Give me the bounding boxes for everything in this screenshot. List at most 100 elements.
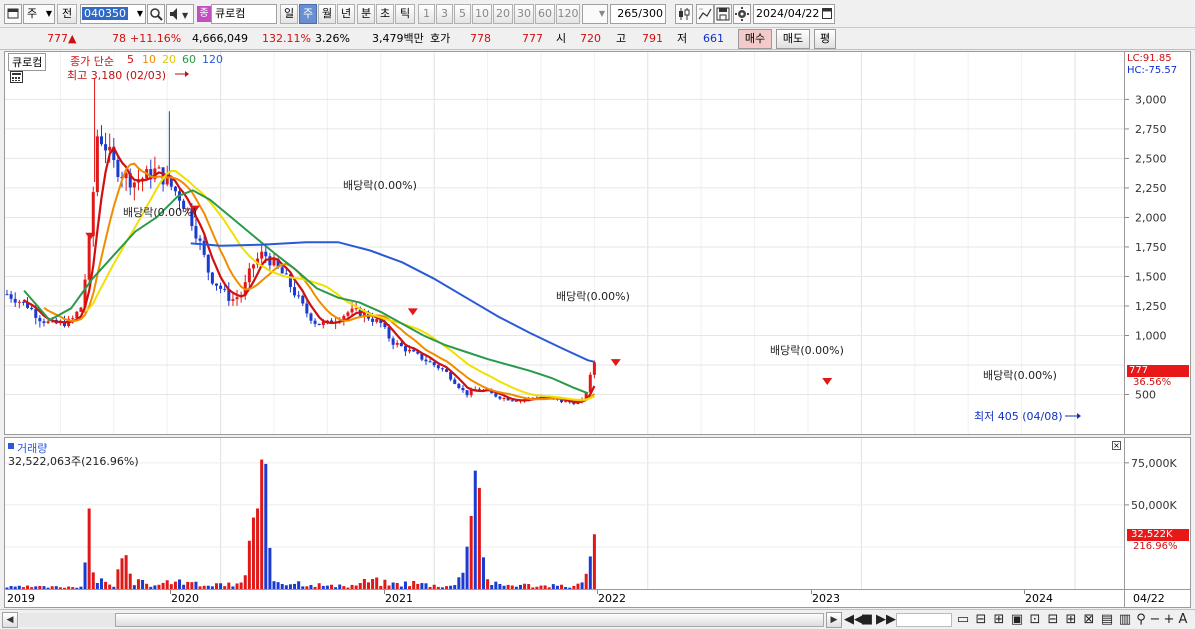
candle-body [219, 285, 223, 289]
candle-body [453, 379, 457, 384]
volume-bar [67, 586, 71, 589]
price-tick-label: 2,500 [1135, 152, 1167, 165]
layout-icon-1[interactable]: ▭ [956, 611, 970, 629]
calculator-icon[interactable] [10, 71, 23, 83]
period-minute-button[interactable]: 분 [357, 4, 375, 24]
interval-20-button[interactable]: 20 [493, 4, 513, 24]
dividend-note-4: 배당락(0.00%) [770, 344, 844, 357]
hoga-bid: 777 [522, 32, 543, 45]
bar-count-field[interactable]: 265/300 [610, 4, 666, 24]
volume-bar [342, 586, 346, 589]
layout-icon-2[interactable]: ⊟ [974, 611, 988, 629]
layout-icon-9[interactable]: ▤ [1100, 611, 1114, 629]
layout-icon-4[interactable]: ▣ [1010, 611, 1024, 629]
candle-body [17, 301, 21, 303]
window-menu-icon[interactable] [4, 4, 22, 24]
volume-bar [383, 579, 387, 589]
evaluation-button[interactable]: 평 [814, 29, 836, 49]
period-select[interactable]: 주 ▼ [23, 4, 55, 24]
volume-axis-ticks: 75,000K 50,000K [1125, 457, 1177, 512]
line-tool-icon[interactable] [696, 4, 714, 24]
interval-120-button[interactable]: 120 [556, 4, 580, 24]
period-month-button[interactable]: 월 [318, 4, 336, 24]
volume-bar [309, 585, 313, 589]
layout-icon-6[interactable]: ⊟ [1046, 611, 1060, 629]
candle-body [387, 327, 391, 339]
interval-3-button[interactable]: 3 [436, 4, 453, 24]
volume-bar [235, 583, 239, 589]
search-icon[interactable] [147, 4, 165, 24]
interval-5-button[interactable]: 5 [454, 4, 471, 24]
close-pane-icon[interactable]: × [1112, 441, 1121, 450]
stop-icon[interactable]: ■ [860, 611, 874, 629]
dividend-note-3: 배당락(0.00%) [556, 290, 630, 303]
candle-body [13, 298, 17, 303]
scroll-thumb[interactable] [115, 613, 824, 627]
speaker-icon[interactable]: ▼ [166, 4, 194, 24]
interval-10-button[interactable]: 10 [472, 4, 492, 24]
scroll-right-button[interactable]: ▶ [826, 612, 842, 628]
stock-name-field[interactable]: 큐로컴 [211, 4, 277, 24]
volume-bar [272, 581, 276, 589]
lc-value: LC:91.85 [1127, 53, 1172, 64]
candle-body [305, 303, 309, 314]
fast-forward-icon[interactable]: ▶▶ [876, 611, 896, 629]
volume-bar [239, 582, 243, 589]
candle-body [260, 251, 264, 259]
save-icon[interactable] [714, 4, 732, 24]
volume-bar [334, 587, 338, 589]
chart-stock-label: 큐로컴 [8, 53, 47, 71]
volume-bar [420, 583, 424, 589]
layout-icon-10[interactable]: ▥ [1118, 611, 1132, 629]
candle-type-icon[interactable] [675, 4, 693, 24]
interval-1-button[interactable]: 1 [418, 4, 435, 24]
zoom-out-icon[interactable]: − [1148, 611, 1162, 629]
chevron-down-icon: ▼ [45, 9, 52, 18]
volume-bar [506, 584, 510, 589]
buy-button[interactable]: 매수 [738, 29, 772, 49]
scroll-left-button[interactable]: ◀ [2, 612, 18, 628]
price-chart[interactable]: 큐로컴 종가 단순 5 10 20 60 120 최고 3,180 (02/03… [4, 51, 1125, 435]
candle-body [132, 182, 136, 188]
calendar-icon[interactable] [822, 7, 832, 19]
stock-code-input[interactable]: 040350 ▼ [80, 4, 146, 24]
prev-button[interactable]: 전 [57, 4, 77, 24]
volume-bar [449, 585, 453, 589]
speed-slider[interactable] [896, 613, 952, 627]
volume-bar [416, 583, 420, 589]
period-second-button[interactable]: 초 [376, 4, 394, 24]
interval-60-button[interactable]: 60 [535, 4, 555, 24]
candle-body [371, 318, 375, 322]
current-price: 777 [47, 32, 68, 45]
horizontal-scrollbar[interactable]: ◀ ▶ ◀◀ ■ ▶▶ ▭ ⊟ ⊞ ▣ ⊡ ⊟ ⊞ ⊠ ▤ ▥ ⚲ − + A [0, 609, 1195, 629]
interval-30-button[interactable]: 30 [514, 4, 534, 24]
volume-bar [157, 584, 161, 589]
period-day-button[interactable]: 일 [280, 4, 298, 24]
volume-bar [481, 557, 485, 589]
interval-custom-select[interactable]: ▼ [582, 4, 608, 24]
candle-body [350, 308, 354, 313]
layout-icon-3[interactable]: ⊞ [992, 611, 1006, 629]
date-field[interactable]: 2024/04/22 [753, 4, 835, 24]
volume-chart[interactable]: 거래량 32,522,063주(216.96%) × [4, 437, 1125, 590]
period-year-button[interactable]: 년 [337, 4, 355, 24]
volume-tick-label: 75,000K [1131, 457, 1177, 470]
font-size-icon[interactable]: A [1176, 611, 1190, 629]
rewind-icon[interactable]: ◀◀ [844, 611, 864, 629]
period-week-button[interactable]: 주 [299, 4, 317, 24]
volume-bar [178, 579, 182, 589]
layout-icon-5[interactable]: ⊡ [1028, 611, 1042, 629]
settings-gear-icon[interactable] [733, 4, 751, 24]
layout-icon-7[interactable]: ⊞ [1064, 611, 1078, 629]
volume-ratio: 132.11% [262, 32, 311, 45]
volume-bar [219, 583, 223, 589]
sell-button[interactable]: 매도 [776, 29, 810, 49]
volume-bar [231, 586, 235, 589]
price-tick-label: 1,500 [1135, 270, 1167, 283]
zoom-search-icon[interactable]: ⚲ [1134, 611, 1148, 629]
price-change-pct: +11.16% [130, 32, 182, 45]
layout-icon-8[interactable]: ⊠ [1082, 611, 1096, 629]
zoom-in-icon[interactable]: + [1162, 611, 1176, 629]
period-tick-button[interactable]: 틱 [395, 4, 415, 24]
price-tick-label: 3,000 [1135, 93, 1167, 106]
